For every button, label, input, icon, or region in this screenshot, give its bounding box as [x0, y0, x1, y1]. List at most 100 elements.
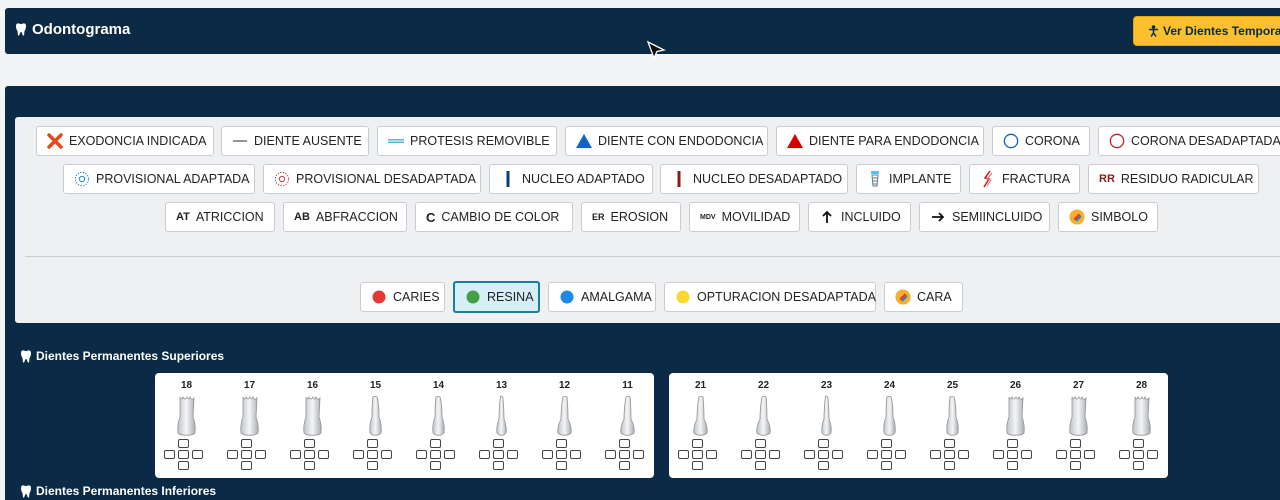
face-right[interactable] [381, 450, 392, 459]
face-top[interactable] [944, 439, 955, 448]
legend-incluido[interactable]: INCLUIDO [808, 202, 911, 232]
face-right[interactable] [318, 450, 329, 459]
tooth-16[interactable]: 16 [281, 373, 344, 478]
face-right[interactable] [895, 450, 906, 459]
face-bottom[interactable] [1070, 461, 1081, 470]
face-left[interactable] [993, 450, 1004, 459]
legend-caries[interactable]: CARIES [360, 282, 445, 312]
face-right[interactable] [1021, 450, 1032, 459]
face-right[interactable] [706, 450, 717, 459]
tooth-21[interactable]: 21 [669, 373, 732, 478]
legend-opturacion-desadaptada[interactable]: OPTURACION DESADAPTADA [664, 282, 876, 312]
legend-abfraccion[interactable]: AB ABFRACCION [283, 202, 407, 232]
face-bottom[interactable] [367, 461, 378, 470]
tooth-13[interactable]: 13 [470, 373, 533, 478]
tooth-15[interactable]: 15 [344, 373, 407, 478]
face-top[interactable] [556, 439, 567, 448]
face-left[interactable] [416, 450, 427, 459]
face-left[interactable] [867, 450, 878, 459]
legend-nucleo-adaptado[interactable]: NUCLEO ADAPTADO [489, 164, 653, 194]
legend-provisional-desadaptada[interactable]: PROVISIONAL DESADAPTADA [263, 164, 481, 194]
face-center[interactable] [493, 450, 504, 459]
face-right[interactable] [1084, 450, 1095, 459]
tooth-12[interactable]: 12 [533, 373, 596, 478]
face-top[interactable] [755, 439, 766, 448]
legend-corona[interactable]: CORONA [992, 126, 1090, 156]
face-bottom[interactable] [692, 461, 703, 470]
face-top[interactable] [1070, 439, 1081, 448]
face-top[interactable] [692, 439, 703, 448]
face-left[interactable] [1119, 450, 1130, 459]
tooth-17[interactable]: 17 [218, 373, 281, 478]
face-right[interactable] [1147, 450, 1158, 459]
legend-cambio-de-color[interactable]: C CAMBIO DE COLOR [415, 202, 573, 232]
legend-implante[interactable]: IMPLANTE [856, 164, 961, 194]
face-center[interactable] [367, 450, 378, 459]
face-left[interactable] [542, 450, 553, 459]
face-right[interactable] [192, 450, 203, 459]
legend-nucleo-desadaptado[interactable]: NUCLEO DESADAPTADO [660, 164, 848, 194]
face-right[interactable] [958, 450, 969, 459]
face-bottom[interactable] [241, 461, 252, 470]
face-right[interactable] [570, 450, 581, 459]
face-bottom[interactable] [1007, 461, 1018, 470]
tooth-26[interactable]: 26 [984, 373, 1047, 478]
face-left[interactable] [227, 450, 238, 459]
face-bottom[interactable] [304, 461, 315, 470]
view-temporary-teeth-button[interactable]: Ver Dientes Tempora [1133, 16, 1280, 46]
face-bottom[interactable] [556, 461, 567, 470]
face-center[interactable] [241, 450, 252, 459]
tooth-27[interactable]: 27 [1047, 373, 1110, 478]
face-center[interactable] [619, 450, 630, 459]
face-left[interactable] [741, 450, 752, 459]
face-bottom[interactable] [178, 461, 189, 470]
face-left[interactable] [1056, 450, 1067, 459]
face-left[interactable] [353, 450, 364, 459]
face-left[interactable] [164, 450, 175, 459]
face-left[interactable] [605, 450, 616, 459]
face-top[interactable] [881, 439, 892, 448]
legend-protesis-removible[interactable]: PROTESIS REMOVIBLE [377, 126, 557, 156]
face-top[interactable] [818, 439, 829, 448]
tooth-14[interactable]: 14 [407, 373, 470, 478]
face-top[interactable] [1133, 439, 1144, 448]
face-center[interactable] [944, 450, 955, 459]
face-right[interactable] [633, 450, 644, 459]
face-top[interactable] [178, 439, 189, 448]
legend-diente-con-endodoncia[interactable]: DIENTE CON ENDODONCIA [565, 126, 768, 156]
tooth-24[interactable]: 24 [858, 373, 921, 478]
face-bottom[interactable] [818, 461, 829, 470]
legend-resina[interactable]: RESINA [453, 281, 540, 313]
face-right[interactable] [769, 450, 780, 459]
legend-corona-desadaptada[interactable]: CORONA DESADAPTADA [1098, 126, 1280, 156]
face-center[interactable] [178, 450, 189, 459]
face-center[interactable] [304, 450, 315, 459]
face-right[interactable] [444, 450, 455, 459]
legend-semiincluido[interactable]: SEMIINCLUIDO [919, 202, 1050, 232]
tooth-11[interactable]: 11 [596, 373, 659, 478]
face-center[interactable] [818, 450, 829, 459]
face-left[interactable] [290, 450, 301, 459]
legend-diente-para-endodoncia[interactable]: DIENTE PARA ENDODONCIA [776, 126, 984, 156]
tooth-25[interactable]: 25 [921, 373, 984, 478]
face-left[interactable] [930, 450, 941, 459]
face-bottom[interactable] [430, 461, 441, 470]
tooth-23[interactable]: 23 [795, 373, 858, 478]
legend-cara[interactable]: CARA [884, 282, 963, 312]
face-bottom[interactable] [944, 461, 955, 470]
legend-atriccion[interactable]: AT ATRICCION [165, 202, 275, 232]
legend-simbolo[interactable]: SIMBOLO [1058, 202, 1158, 232]
legend-fractura[interactable]: FRACTURA [969, 164, 1080, 194]
legend-residuo-radicular[interactable]: RR RESIDUO RADICULAR [1088, 164, 1259, 194]
face-top[interactable] [493, 439, 504, 448]
face-center[interactable] [692, 450, 703, 459]
face-top[interactable] [430, 439, 441, 448]
face-top[interactable] [241, 439, 252, 448]
legend-diente-ausente[interactable]: DIENTE AUSENTE [221, 126, 369, 156]
tooth-18[interactable]: 18 [155, 373, 218, 478]
face-bottom[interactable] [881, 461, 892, 470]
face-bottom[interactable] [619, 461, 630, 470]
legend-movilidad[interactable]: MDV MOVILIDAD [689, 202, 800, 232]
face-top[interactable] [304, 439, 315, 448]
face-left[interactable] [678, 450, 689, 459]
